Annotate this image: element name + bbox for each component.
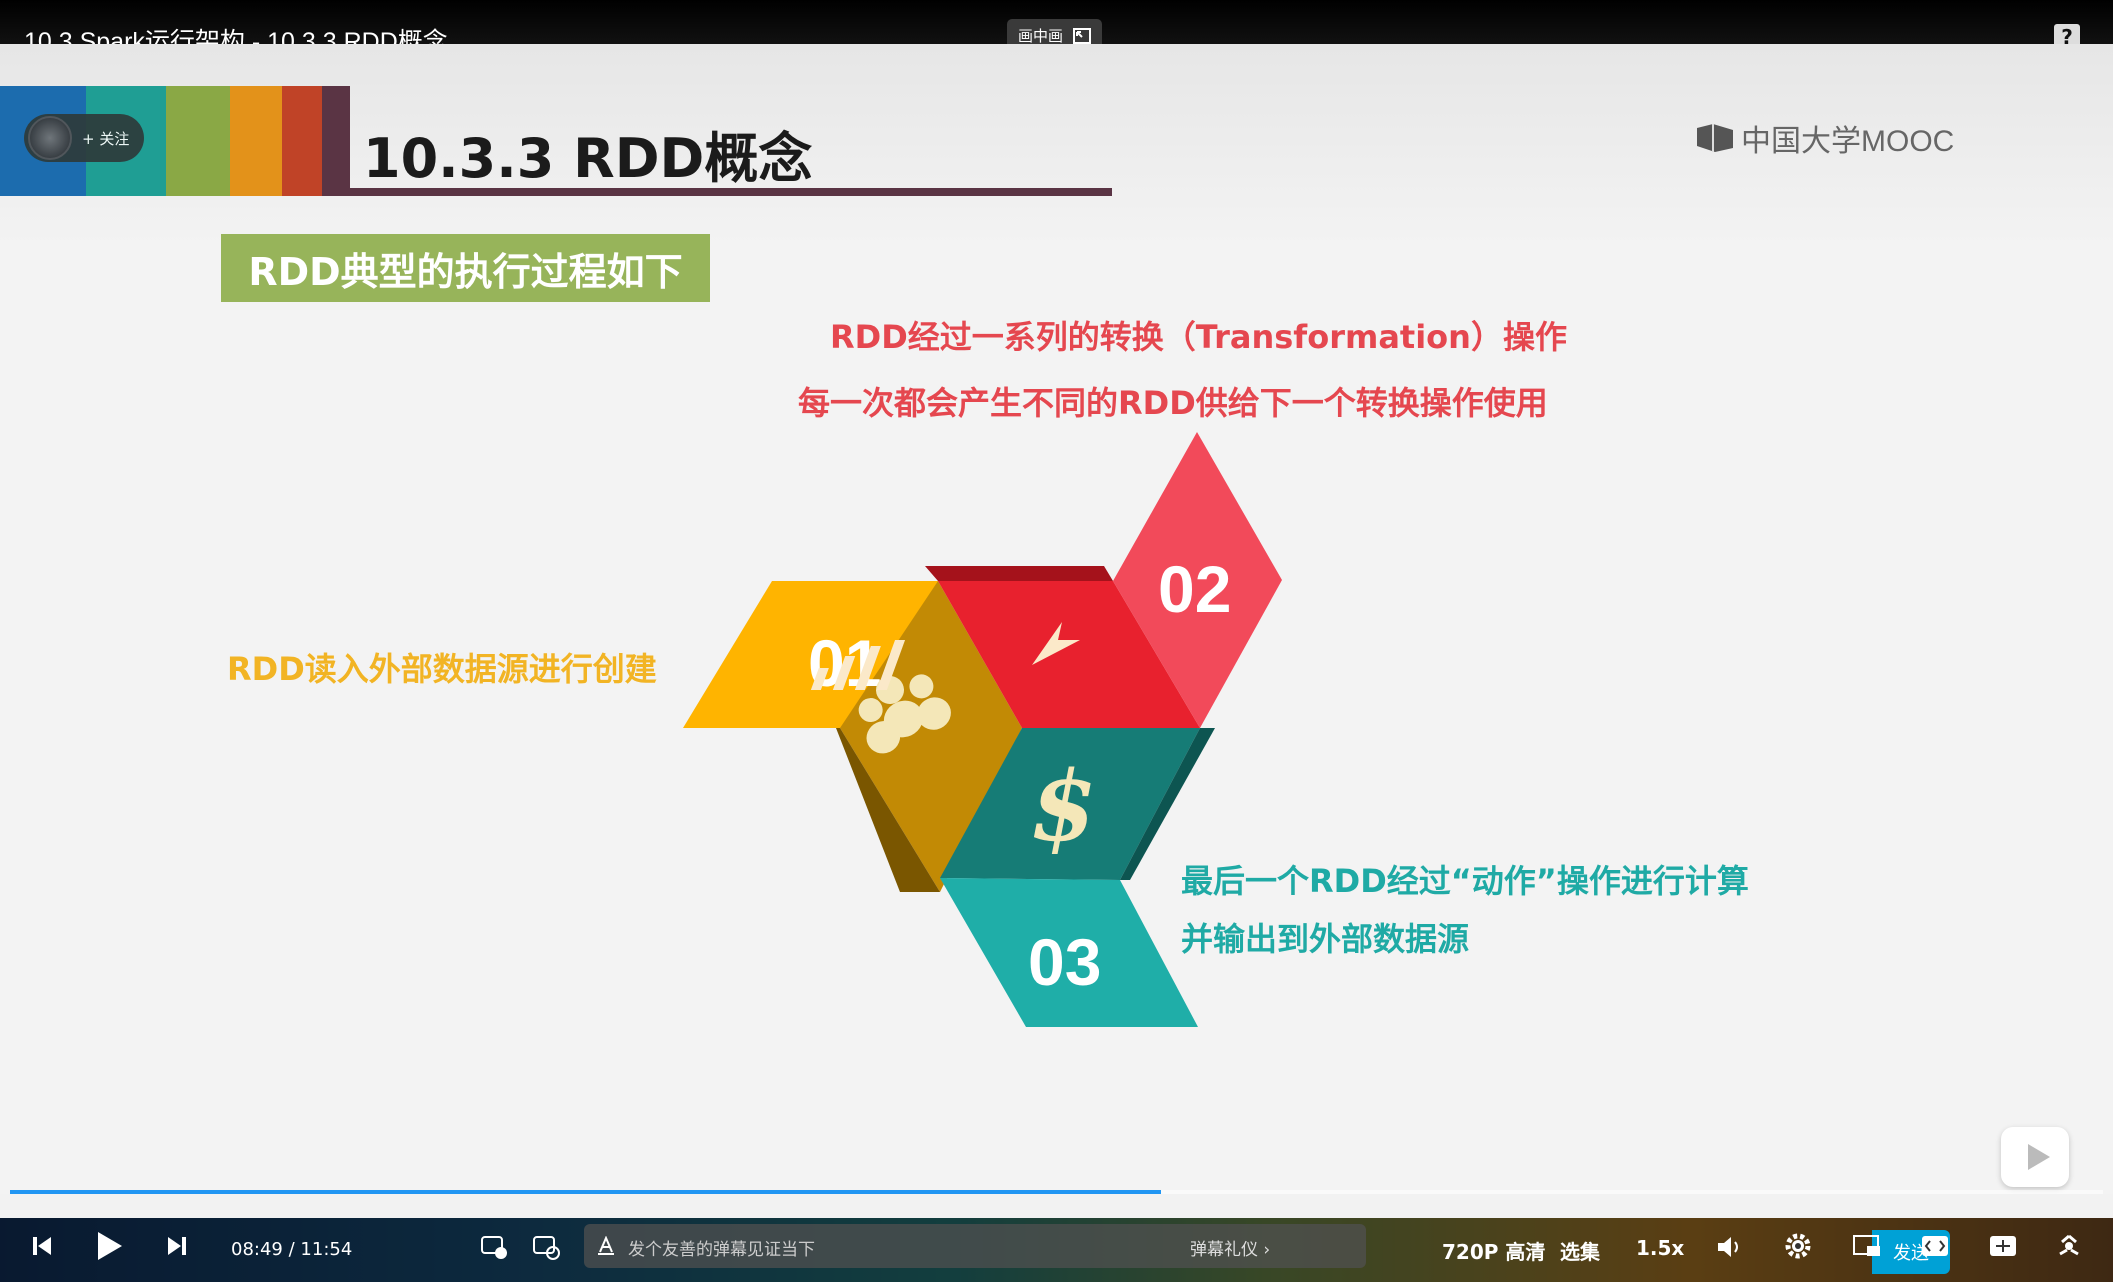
top-bar: 10.3 Spark运行架构 - 10.3.3 RDD概念 画中画 ? — [0, 0, 2113, 56]
text-style-icon[interactable] — [596, 1236, 616, 1256]
web-fullscreen-icon[interactable] — [1988, 1234, 2018, 1258]
danmaku-etiquette-link[interactable]: 弹幕礼仪 › — [1190, 1235, 1270, 1260]
uploader-avatar[interactable] — [28, 116, 72, 160]
step2-number: 02 — [1158, 552, 1231, 626]
speed-button[interactable]: 1.5x — [1636, 1236, 1684, 1260]
previous-icon[interactable] — [30, 1234, 54, 1258]
control-bar: 08:49 / 11:54 发个友善的弹幕见证当下 弹幕礼仪 › 发送 720P… — [0, 1218, 2113, 1282]
next-icon[interactable] — [165, 1234, 189, 1258]
current-time: 08:49 — [231, 1239, 283, 1260]
danmaku-input-bar[interactable]: 发个友善的弹幕见证当下 弹幕礼仪 › 发送 — [584, 1224, 1950, 1274]
rdd-process-diagram: 01 02 03 $ — [683, 432, 1282, 1027]
quality-button[interactable]: 720P 高清 — [1442, 1236, 1545, 1265]
step2-top-edge — [925, 566, 1113, 581]
dollar-icon: $ — [1030, 750, 1097, 863]
progress-bar-fill — [10, 1190, 1162, 1194]
danmaku-input[interactable]: 发个友善的弹幕见证当下 — [628, 1235, 815, 1260]
fullscreen-icon[interactable] — [2054, 1232, 2084, 1260]
step3-number: 03 — [1028, 925, 1101, 999]
volume-icon[interactable] — [1716, 1234, 1744, 1260]
pip-label: 画中画 — [1017, 27, 1063, 45]
duration: 11:54 — [300, 1239, 353, 1260]
video-player[interactable]: 10.3 Spark运行架构 - 10.3.3 RDD概念 画中画 ? 10.3… — [0, 0, 2113, 1282]
mini-player-icon[interactable] — [1852, 1234, 1882, 1258]
settings-gear-icon[interactable] — [1784, 1232, 1812, 1260]
play-icon[interactable] — [94, 1230, 124, 1262]
episodes-button[interactable]: 选集 — [1560, 1236, 1600, 1265]
floating-play-icon[interactable] — [2001, 1127, 2069, 1187]
widescreen-icon[interactable] — [1920, 1234, 1950, 1258]
danmaku-settings-icon[interactable] — [532, 1234, 560, 1260]
pip-icon — [1073, 27, 1091, 44]
time-display: 08:49 / 11:54 — [231, 1239, 352, 1260]
follow-label: + 关注 — [82, 129, 130, 148]
time-separator: / — [288, 1239, 295, 1260]
slide: 10.3.3 RDD概念 中国大学MOOC RDD典型的执行过程如下 RDD经过… — [0, 44, 2113, 1194]
progress-bar[interactable] — [10, 1190, 2103, 1194]
danmaku-toggle-icon[interactable] — [480, 1234, 508, 1260]
follow-button[interactable]: + 关注 — [24, 114, 144, 162]
